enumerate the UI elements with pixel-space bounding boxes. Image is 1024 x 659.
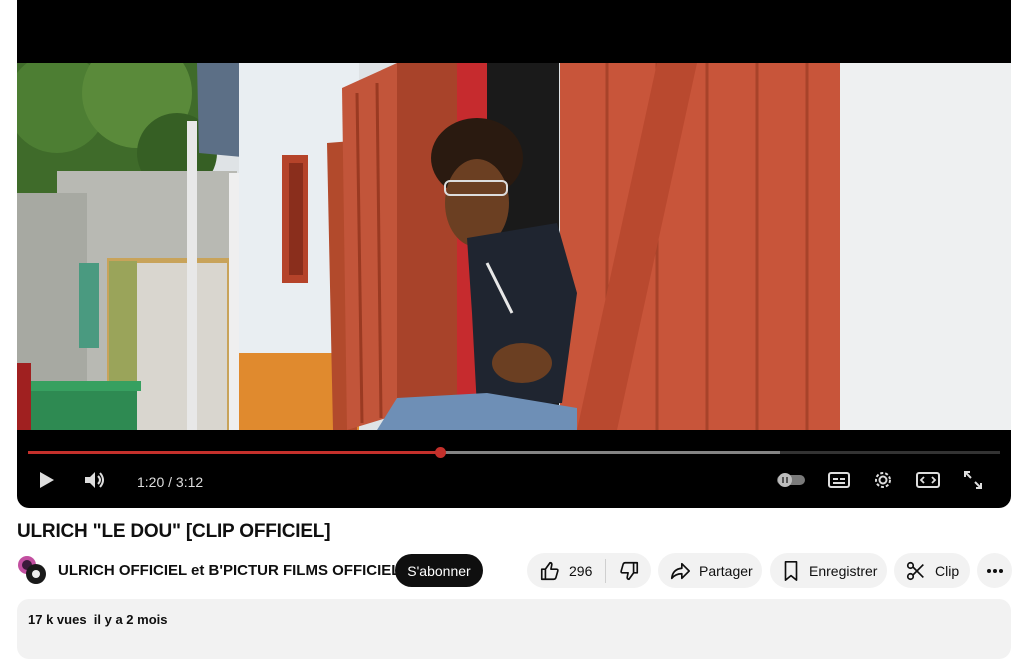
clip-button[interactable]: Clip bbox=[894, 553, 970, 588]
progress-played bbox=[28, 451, 440, 454]
settings-button[interactable] bbox=[869, 470, 897, 494]
scissors-icon bbox=[905, 560, 927, 582]
description-meta: 17 k vues il y a 2 mois bbox=[28, 612, 167, 627]
share-icon bbox=[669, 560, 691, 582]
subscribe-button[interactable]: S'abonner bbox=[395, 554, 483, 587]
save-label: Enregistrer bbox=[809, 562, 878, 579]
captions-icon bbox=[828, 471, 850, 494]
volume-button[interactable] bbox=[81, 470, 109, 494]
volume-icon bbox=[82, 469, 108, 496]
channel-avatar[interactable] bbox=[17, 555, 47, 585]
bookmark-icon bbox=[781, 560, 801, 582]
captions-button[interactable] bbox=[825, 470, 853, 494]
time-display: 1:20 / 3:12 bbox=[137, 474, 204, 490]
player-controls: 1:20 / 3:12 bbox=[17, 462, 1011, 502]
fullscreen-icon bbox=[963, 470, 983, 495]
more-icon bbox=[986, 568, 1004, 574]
like-divider bbox=[605, 558, 607, 583]
dislike-button[interactable] bbox=[618, 560, 640, 582]
theater-mode-icon bbox=[916, 471, 940, 494]
gear-icon bbox=[872, 469, 894, 496]
like-dislike-group: 296 bbox=[527, 553, 651, 588]
progress-bar[interactable] bbox=[28, 447, 1000, 458]
video-still bbox=[17, 63, 1011, 430]
thumbs-down-icon bbox=[618, 560, 640, 582]
video-frame[interactable] bbox=[17, 63, 1011, 430]
channel-name[interactable]: ULRICH OFFICIEL et B'PICTUR FILMS OFFICI… bbox=[58, 562, 400, 579]
autoplay-toggle[interactable] bbox=[777, 470, 805, 494]
more-actions-button[interactable] bbox=[977, 553, 1012, 588]
share-label: Partager bbox=[699, 562, 753, 579]
video-player[interactable]: 1:20 / 3:12 bbox=[17, 0, 1011, 508]
play-icon bbox=[38, 470, 56, 495]
share-button[interactable]: Partager bbox=[658, 553, 762, 588]
upload-date: il y a 2 mois bbox=[93, 612, 168, 627]
thumbs-up-icon bbox=[539, 560, 561, 582]
video-title: ULRICH "LE DOU" [CLIP OFFICIEL] bbox=[17, 521, 331, 542]
like-button[interactable]: 296 bbox=[539, 560, 592, 582]
view-count: 17 k vues bbox=[28, 612, 87, 627]
like-count: 296 bbox=[569, 562, 593, 579]
fullscreen-button[interactable] bbox=[959, 470, 987, 494]
autoplay-toggle-icon bbox=[776, 472, 806, 493]
progress-scrubber[interactable] bbox=[434, 447, 446, 458]
description-box[interactable]: 17 k vues il y a 2 mois bbox=[17, 599, 1011, 659]
play-button[interactable] bbox=[33, 470, 61, 494]
save-button[interactable]: Enregistrer bbox=[770, 553, 887, 588]
clip-label: Clip bbox=[935, 562, 960, 579]
theater-mode-button[interactable] bbox=[914, 470, 942, 494]
